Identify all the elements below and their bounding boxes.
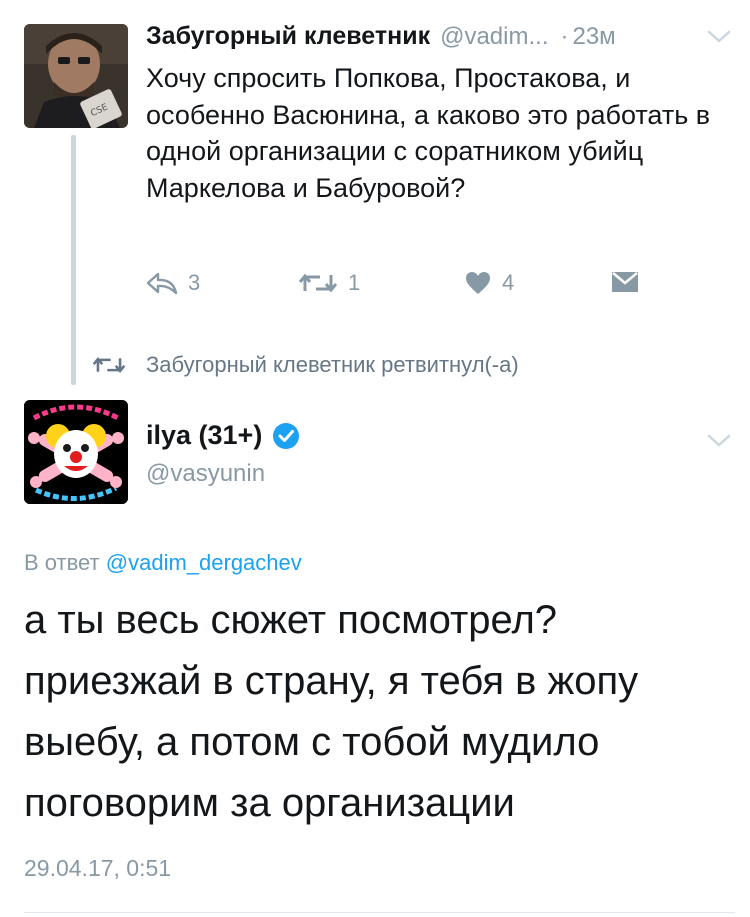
direct-message-button[interactable] bbox=[610, 270, 640, 294]
heart-icon bbox=[466, 272, 490, 294]
author-name[interactable]: ilya (31+) bbox=[146, 420, 262, 451]
chevron-down-icon[interactable] bbox=[706, 432, 732, 450]
retweet-notice: Забугорный клеветник ретвитнул(-а) bbox=[92, 350, 519, 380]
author-handle[interactable]: @vasyunin bbox=[146, 460, 265, 488]
author-handle[interactable]: @vadim... bbox=[440, 23, 548, 51]
retweet-icon bbox=[298, 273, 338, 293]
verified-badge-icon bbox=[273, 422, 300, 449]
reply-icon bbox=[146, 272, 178, 295]
conversation-thread-line bbox=[71, 135, 76, 385]
reply-context: В ответ @vadim_dergachev bbox=[24, 550, 302, 576]
avatar[interactable]: CSE bbox=[24, 24, 128, 128]
retweet-count: 1 bbox=[348, 270, 361, 295]
avatar[interactable] bbox=[24, 400, 128, 504]
separator-dot: · bbox=[560, 23, 569, 50]
tweet-text: а ты весь сюжет посмотрел? приезжай в ст… bbox=[24, 598, 639, 825]
author-name-row: ilya (31+) bbox=[146, 420, 300, 451]
reply-prefix: В ответ bbox=[24, 550, 100, 575]
tweet-time[interactable]: 23м bbox=[572, 23, 615, 51]
tweet-timestamp[interactable]: 29.04.17, 0:51 bbox=[24, 855, 171, 882]
like-button[interactable]: 4 bbox=[464, 270, 514, 296]
retweet-notice-text[interactable]: Забугорный клеветник ретвитнул(-а) bbox=[146, 352, 519, 378]
avatar-clown-logo bbox=[24, 400, 128, 504]
reply-mention-link[interactable]: @vadim_dergachev bbox=[106, 550, 302, 575]
chevron-down-icon[interactable] bbox=[706, 28, 732, 46]
reply-button[interactable]: 3 bbox=[146, 270, 200, 296]
tweet-actions: 3 1 4 bbox=[146, 270, 666, 306]
author-name[interactable]: Забугорный клеветник bbox=[146, 22, 430, 51]
divider bbox=[24, 912, 735, 913]
tweet-header: Забугорный клеветник @vadim... · 23м bbox=[146, 22, 736, 56]
direct-message-icon bbox=[612, 272, 638, 292]
like-count: 4 bbox=[502, 270, 515, 295]
retweet-icon bbox=[92, 357, 126, 373]
avatar-photo: CSE bbox=[24, 24, 128, 128]
reply-count: 3 bbox=[188, 270, 201, 295]
tweet-text: Хочу спросить Попкова, Простакова, и осо… bbox=[146, 63, 711, 203]
retweet-button[interactable]: 1 bbox=[298, 270, 360, 296]
